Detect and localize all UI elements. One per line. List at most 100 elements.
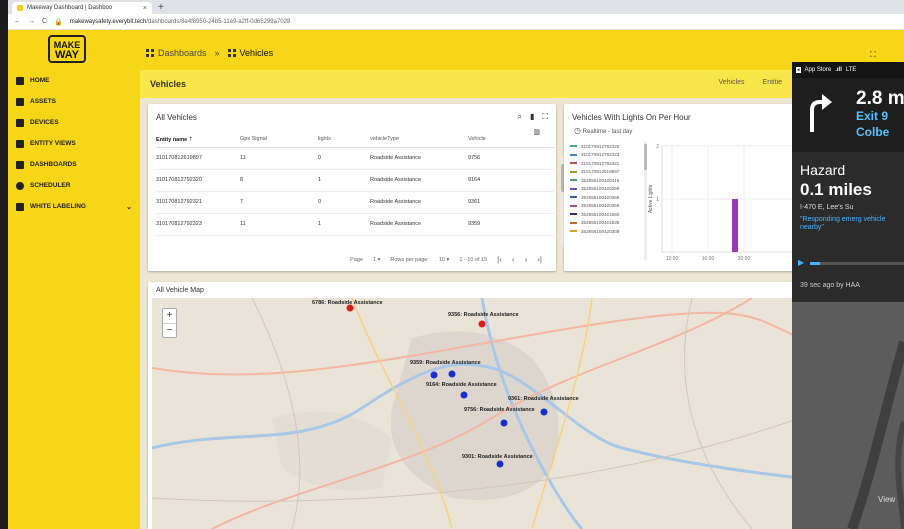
legend-item[interactable]: 352656100420309 (570, 227, 646, 236)
legend-label: 352656100420366 (581, 194, 620, 200)
fullscreen-icon[interactable]: ⛶ (870, 50, 876, 60)
table-cell: 11 (240, 213, 318, 236)
y-tick-label: 2 (656, 144, 659, 150)
sidebar-item-entity-views[interactable]: ENTITY VIEWS (8, 133, 140, 154)
column-header[interactable]: Entity name ↑ (156, 131, 240, 148)
chart-legend: 310170812792320 310170812792323 3101708127… (570, 142, 646, 262)
page-select[interactable]: 1 ▾ (373, 257, 380, 263)
table-cell: 1 (318, 169, 370, 192)
table-cell: 0 (318, 191, 370, 214)
back-to-app-icon[interactable]: ◂ (796, 67, 801, 73)
legend-item[interactable]: 310170812792321 (570, 159, 646, 168)
column-header[interactable]: lights (318, 131, 370, 148)
zoom-in-button[interactable]: + (163, 309, 176, 324)
table-cell: 310170812792320 (156, 169, 240, 192)
back-to-app-label: App Store (804, 67, 832, 73)
sort-up-arrow-icon: ↑ (188, 134, 193, 144)
forward-icon[interactable]: → (28, 18, 35, 25)
reload-icon[interactable]: C (42, 18, 47, 25)
fullscreen-icon[interactable]: ⛶ (542, 112, 548, 122)
table-cell: 9164 (468, 169, 554, 192)
chevron-down-icon[interactable]: ⌄ (126, 203, 132, 211)
scheduler-icon (16, 181, 24, 190)
breadcrumb-dashboards[interactable]: Dashboards (146, 48, 207, 58)
entity-views-icon (16, 139, 24, 148)
vehicle-map-card: All Vehicle Map 6786: Roadside Assistanc… (148, 282, 800, 529)
legend-scrollbar[interactable] (644, 142, 647, 260)
map-marker-dot (460, 391, 468, 399)
view-button[interactable]: View (878, 495, 895, 504)
address-input[interactable]: makewaysafety.everybit.tech/dashboards/8… (70, 19, 291, 25)
last-page-icon[interactable]: ›| (537, 255, 542, 264)
column-header[interactable]: Gps Signal (240, 131, 318, 148)
legend-scrollbar-thumb[interactable] (644, 144, 647, 170)
phone-map[interactable]: View (792, 302, 904, 529)
close-tab-icon[interactable]: × (143, 5, 147, 12)
dashboard-title: Vehicles (150, 79, 187, 89)
search-icon[interactable]: ⌕ (518, 112, 522, 122)
sidebar-item-white-labeling[interactable]: WHITE LABELING ⌄ (8, 196, 140, 217)
legend-item[interactable]: 352656100421660 (570, 210, 646, 219)
dashboards-icon (146, 49, 154, 57)
legend-item[interactable]: 352656100420416 (570, 176, 646, 185)
export-icon[interactable]: ▮ (530, 112, 534, 122)
table-row[interactable]: 310170812792323 11 1 Roadside Assistance… (156, 213, 554, 236)
vehicle-map-title: All Vehicle Map (156, 287, 204, 294)
back-icon[interactable]: ← (14, 18, 21, 25)
alert-progress-bar: ▶ (798, 258, 904, 267)
breadcrumb: Dashboards » Vehicles (146, 48, 273, 58)
breadcrumb-vehicles[interactable]: Vehicles (227, 48, 273, 58)
rows-per-page-select[interactable]: 10 ▾ (439, 257, 449, 263)
play-icon[interactable]: ▶ (798, 258, 804, 267)
first-page-icon[interactable]: |‹ (497, 255, 502, 264)
table-row[interactable]: 310170812619897 11 0 Roadside Assistance… (156, 147, 554, 170)
alert-message: "Responding emerg vehicle nearby" (800, 216, 886, 231)
makeway-logo[interactable]: MAKE WAY (48, 35, 86, 63)
lights-chart-title: Vehicles With Lights On Per Hour (572, 113, 691, 122)
column-header[interactable]: Vehicle (468, 131, 554, 148)
vehicles-state-select[interactable]: Vehicles (718, 79, 744, 86)
legend-item[interactable]: 352656100421835 (570, 219, 646, 228)
next-page-icon[interactable]: › (525, 255, 528, 264)
y-tick-label: 1 (656, 197, 659, 203)
signal-icon: .ıll (835, 67, 842, 73)
sidebar-item-scheduler[interactable]: SCHEDULER (8, 175, 140, 196)
zoom-out-button[interactable]: − (163, 324, 176, 338)
legend-item[interactable]: 310170812792320 (570, 142, 646, 151)
hazard-alert: Hazard 0.1 miles I-470 E, Lee's Su "Resp… (792, 152, 904, 302)
assets-icon (16, 97, 24, 106)
sidebar-item-label: HOME (30, 77, 50, 84)
prev-page-icon[interactable]: ‹ (512, 255, 515, 264)
legend-swatch (570, 170, 577, 173)
table-cell: 310170812792323 (156, 213, 240, 236)
legend-item[interactable]: 352656100420366 (570, 193, 646, 202)
sidebar-item-home[interactable]: HOME (8, 70, 140, 91)
map-marker-dot (448, 370, 456, 378)
lights-chart-card: Vehicles With Lights On Per Hour ◷ Realt… (564, 104, 800, 271)
legend-item[interactable]: 352656100420358 (570, 202, 646, 211)
column-header[interactable]: vehicleType (370, 131, 468, 148)
table-row[interactable]: 310170812792320 8 1 Roadside Assistance … (156, 169, 554, 192)
alert-age: 39 sec ago by HAA (800, 282, 860, 289)
sidebar-item-dashboards[interactable]: DASHBOARDS (8, 154, 140, 175)
sidebar-item-devices[interactable]: DEVICES (8, 112, 140, 133)
browser-tab[interactable]: Makeway Dashboard | Dashboo × (12, 2, 152, 14)
white-labeling-icon (16, 202, 24, 211)
new-tab-icon[interactable]: + (158, 2, 164, 14)
sidebar-item-assets[interactable]: ASSETS (8, 91, 140, 112)
vehicle-map[interactable]: 6786: Roadside Assistance 9356: Roadside… (152, 298, 800, 529)
legend-item[interactable]: 352656100420259 (570, 185, 646, 194)
legend-swatch (570, 213, 577, 216)
legend-item[interactable]: 310170812619897 (570, 168, 646, 177)
table-row[interactable]: 310170812792321 7 0 Roadside Assistance … (156, 191, 554, 214)
legend-item[interactable]: 310170812792323 (570, 151, 646, 160)
network-label: LTE (845, 67, 857, 73)
map-marker-dot (430, 371, 438, 379)
table-cell: 310170812619897 (156, 147, 240, 170)
entities-button[interactable]: Entitie (763, 79, 782, 86)
sidebar-item-label: ENTITY VIEWS (30, 140, 76, 147)
clock-icon: ◷ (574, 126, 581, 135)
map-marker-dot (346, 304, 354, 312)
timewindow-selector[interactable]: ◷ Realtime - last day (574, 126, 632, 135)
x-tick-label: 16:00 (702, 256, 715, 262)
